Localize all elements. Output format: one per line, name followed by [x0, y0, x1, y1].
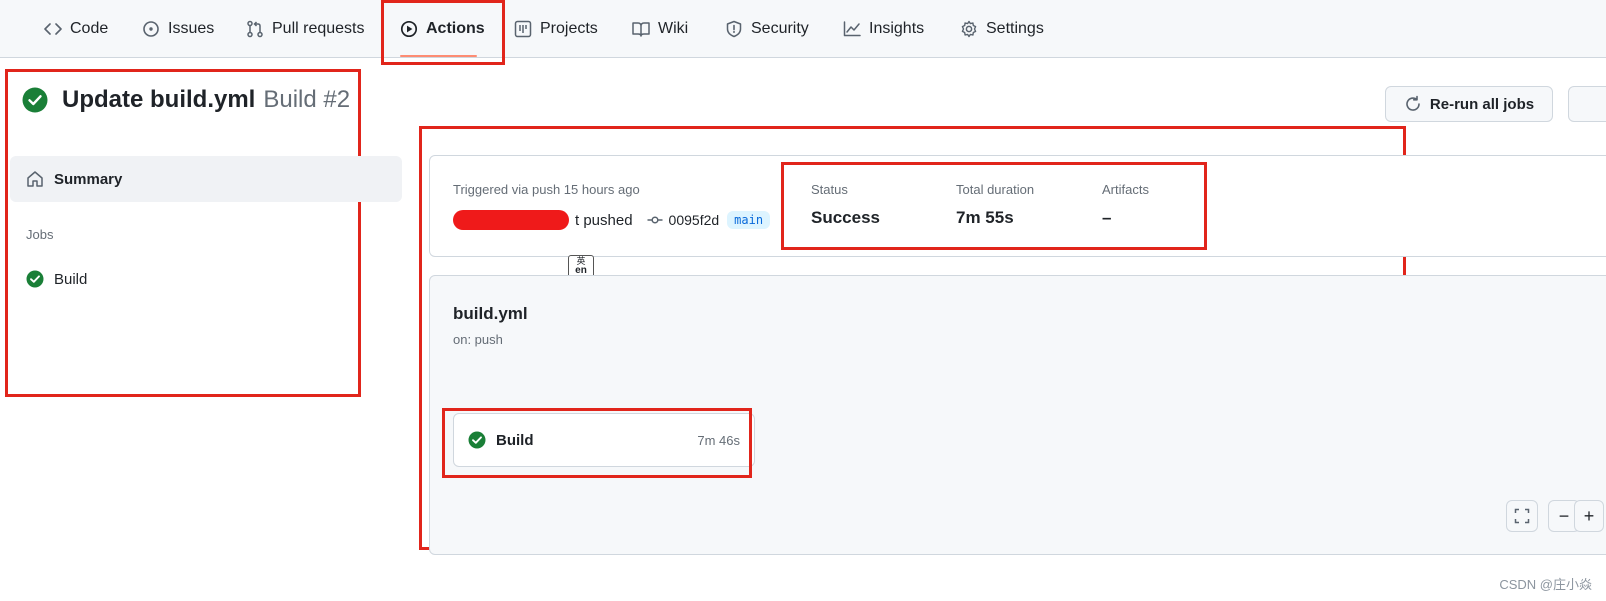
redacted-username — [453, 210, 569, 230]
tab-issues[interactable]: Issues — [142, 0, 214, 57]
workflow-trigger: on: push — [453, 332, 503, 347]
tab-code[interactable]: Code — [44, 0, 108, 57]
workflow-name: build.yml — [453, 304, 528, 323]
repo-nav: Code Issues Pull requests Actions Projec… — [0, 0, 1606, 58]
check-circle-icon — [22, 87, 48, 113]
tab-settings-label: Settings — [986, 19, 1044, 37]
tab-pull-requests[interactable]: Pull requests — [246, 0, 365, 57]
more-options-button[interactable] — [1568, 86, 1606, 122]
tab-security-label: Security — [751, 19, 809, 37]
shield-icon — [726, 20, 742, 37]
trigger-text: Triggered via push 15 hours ago — [453, 182, 640, 197]
project-icon — [514, 20, 532, 37]
status-label: Status — [811, 182, 848, 197]
rerun-all-jobs-label: Re-run all jobs — [1429, 95, 1535, 113]
zoom-out-label: − — [1558, 505, 1570, 526]
run-build-number: Build #2 — [263, 86, 351, 113]
annotation-box-status — [781, 162, 1207, 250]
pushed-text: t pushed — [575, 211, 633, 229]
commit-link[interactable]: 0095f2d — [647, 212, 720, 228]
annotation-box-job — [442, 408, 752, 478]
tab-issues-label: Issues — [168, 19, 215, 37]
tab-settings[interactable]: Settings — [960, 0, 1044, 57]
tab-wiki-label: Wiki — [658, 19, 689, 37]
fullscreen-icon — [1514, 508, 1530, 524]
tab-insights[interactable]: Insights — [843, 0, 924, 57]
sidebar-item-job-build[interactable]: Build — [26, 270, 87, 288]
tab-security[interactable]: Security — [725, 0, 809, 57]
pull-request-icon — [247, 20, 263, 37]
tab-code-label: Code — [70, 19, 109, 37]
book-icon — [632, 21, 650, 37]
duration-value: 7m 55s — [956, 208, 1014, 227]
code-icon — [44, 22, 62, 35]
sync-icon — [1406, 95, 1420, 111]
issue-icon — [143, 20, 159, 37]
tab-projects-label: Projects — [540, 19, 598, 37]
home-icon — [27, 171, 43, 187]
zoom-in-button[interactable]: + — [1574, 500, 1604, 532]
jobs-heading: Jobs — [26, 227, 54, 242]
annotation-box-actions-tab — [381, 0, 505, 65]
run-title-name: Update build.yml — [62, 86, 256, 113]
artifacts-label: Artifacts — [1102, 182, 1149, 197]
sidebar-item-job-label: Build — [54, 270, 88, 288]
zoom-in-label: + — [1583, 505, 1595, 526]
status-value: Success — [811, 208, 880, 227]
tab-wiki[interactable]: Wiki — [632, 0, 688, 57]
sidebar-item-summary[interactable]: Summary — [10, 156, 402, 202]
commit-icon — [647, 216, 663, 224]
commit-sha: 0095f2d — [668, 212, 720, 228]
annotation-box-sidebar — [5, 69, 361, 397]
tab-pull-requests-label: Pull requests — [272, 19, 365, 37]
check-circle-icon — [26, 270, 44, 288]
push-info: t pushed 0095f2d main — [453, 210, 771, 230]
branch-badge[interactable]: main — [727, 211, 771, 229]
rerun-all-jobs-button[interactable]: Re-run all jobs — [1385, 86, 1553, 122]
tab-projects[interactable]: Projects — [514, 0, 598, 57]
gear-icon — [961, 20, 977, 37]
graph-icon — [843, 20, 861, 36]
duration-label: Total duration — [956, 182, 1035, 197]
sidebar-item-summary-label: Summary — [54, 170, 123, 188]
artifacts-value: – — [1102, 208, 1112, 227]
fullscreen-button[interactable] — [1506, 500, 1538, 532]
run-title: Update build.yml Build #2 — [22, 86, 350, 114]
tab-insights-label: Insights — [869, 19, 925, 37]
watermark: CSDN @庄小焱 — [1499, 577, 1592, 592]
